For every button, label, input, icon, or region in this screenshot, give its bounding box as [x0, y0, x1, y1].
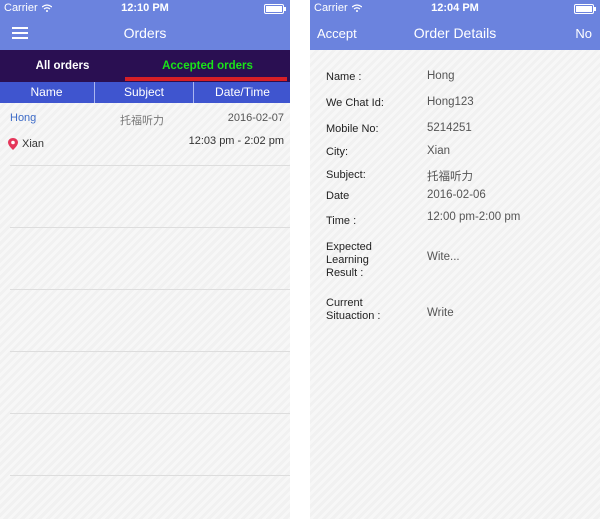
table-header: Name Subject Date/Time: [0, 82, 290, 103]
subject-value: 托福听力: [427, 171, 473, 183]
table-row[interactable]: Hong 托福听力 2016-02-07 Xian 12:03 pm - 2:0…: [0, 103, 290, 165]
name-label: Name :: [326, 71, 362, 83]
status-time: 12:10 PM: [121, 2, 169, 14]
row-divider: [10, 413, 290, 414]
subject-label: Subject:: [326, 169, 366, 181]
no-button[interactable]: No: [575, 26, 592, 41]
status-bar: Carrier 12:04 PM: [310, 0, 600, 17]
time-value: 12:00 pm-2:00 pm: [427, 211, 521, 223]
order-subject: 托福听力: [120, 115, 164, 127]
battery-icon: [574, 4, 596, 14]
city-label: City:: [326, 146, 348, 158]
order-details-screen: Carrier 12:04 PM Accept Order Details No…: [310, 0, 600, 519]
location-pin-icon: [8, 138, 18, 150]
mobile-label: Mobile No:: [326, 123, 379, 135]
page-title: Orders: [123, 25, 167, 41]
expected-result-field[interactable]: Wite...: [427, 251, 460, 263]
time-label: Time :: [326, 215, 357, 227]
current-situation-field[interactable]: Write: [427, 307, 454, 319]
orders-screen: Carrier 12:10 PM Orders All orders Accep…: [0, 0, 290, 519]
tab-all-orders[interactable]: All orders: [0, 50, 125, 82]
column-datetime: Date/Time: [193, 82, 290, 103]
mobile-value: 5214251: [427, 122, 472, 134]
active-tab-indicator: [125, 77, 287, 81]
nav-bar: Accept Order Details No: [310, 17, 600, 50]
column-subject: Subject: [94, 82, 193, 103]
page-title: Order Details: [413, 25, 497, 41]
battery-icon: [264, 4, 286, 14]
order-time: 12:03 pm - 2:02 pm: [188, 135, 284, 147]
column-name: Name: [30, 85, 63, 99]
wechat-value: Hong123: [427, 96, 474, 108]
row-divider: [10, 475, 290, 476]
date-value: 2016-02-06: [427, 189, 486, 201]
date-label: Date: [326, 190, 350, 202]
current-situation-label: Current Situaction :: [326, 297, 381, 322]
expected-result-label: Expected Learning Result :: [326, 241, 372, 279]
status-bar: Carrier 12:10 PM: [0, 0, 290, 17]
order-date: 2016-02-07: [227, 112, 284, 124]
city-value: Xian: [427, 145, 451, 157]
name-value: Hong: [427, 70, 455, 82]
order-name[interactable]: Hong: [10, 112, 36, 124]
order-city: Xian: [22, 138, 45, 150]
row-divider: [10, 289, 290, 290]
row-divider: [10, 165, 290, 166]
row-divider: [10, 351, 290, 352]
wechat-label: We Chat Id:: [326, 97, 384, 109]
status-time: 12:04 PM: [431, 2, 479, 14]
detail-form: Name : Hong We Chat Id: Hong123 Mobile N…: [310, 50, 600, 519]
nav-bar: Orders: [0, 17, 290, 50]
row-divider: [10, 227, 290, 228]
